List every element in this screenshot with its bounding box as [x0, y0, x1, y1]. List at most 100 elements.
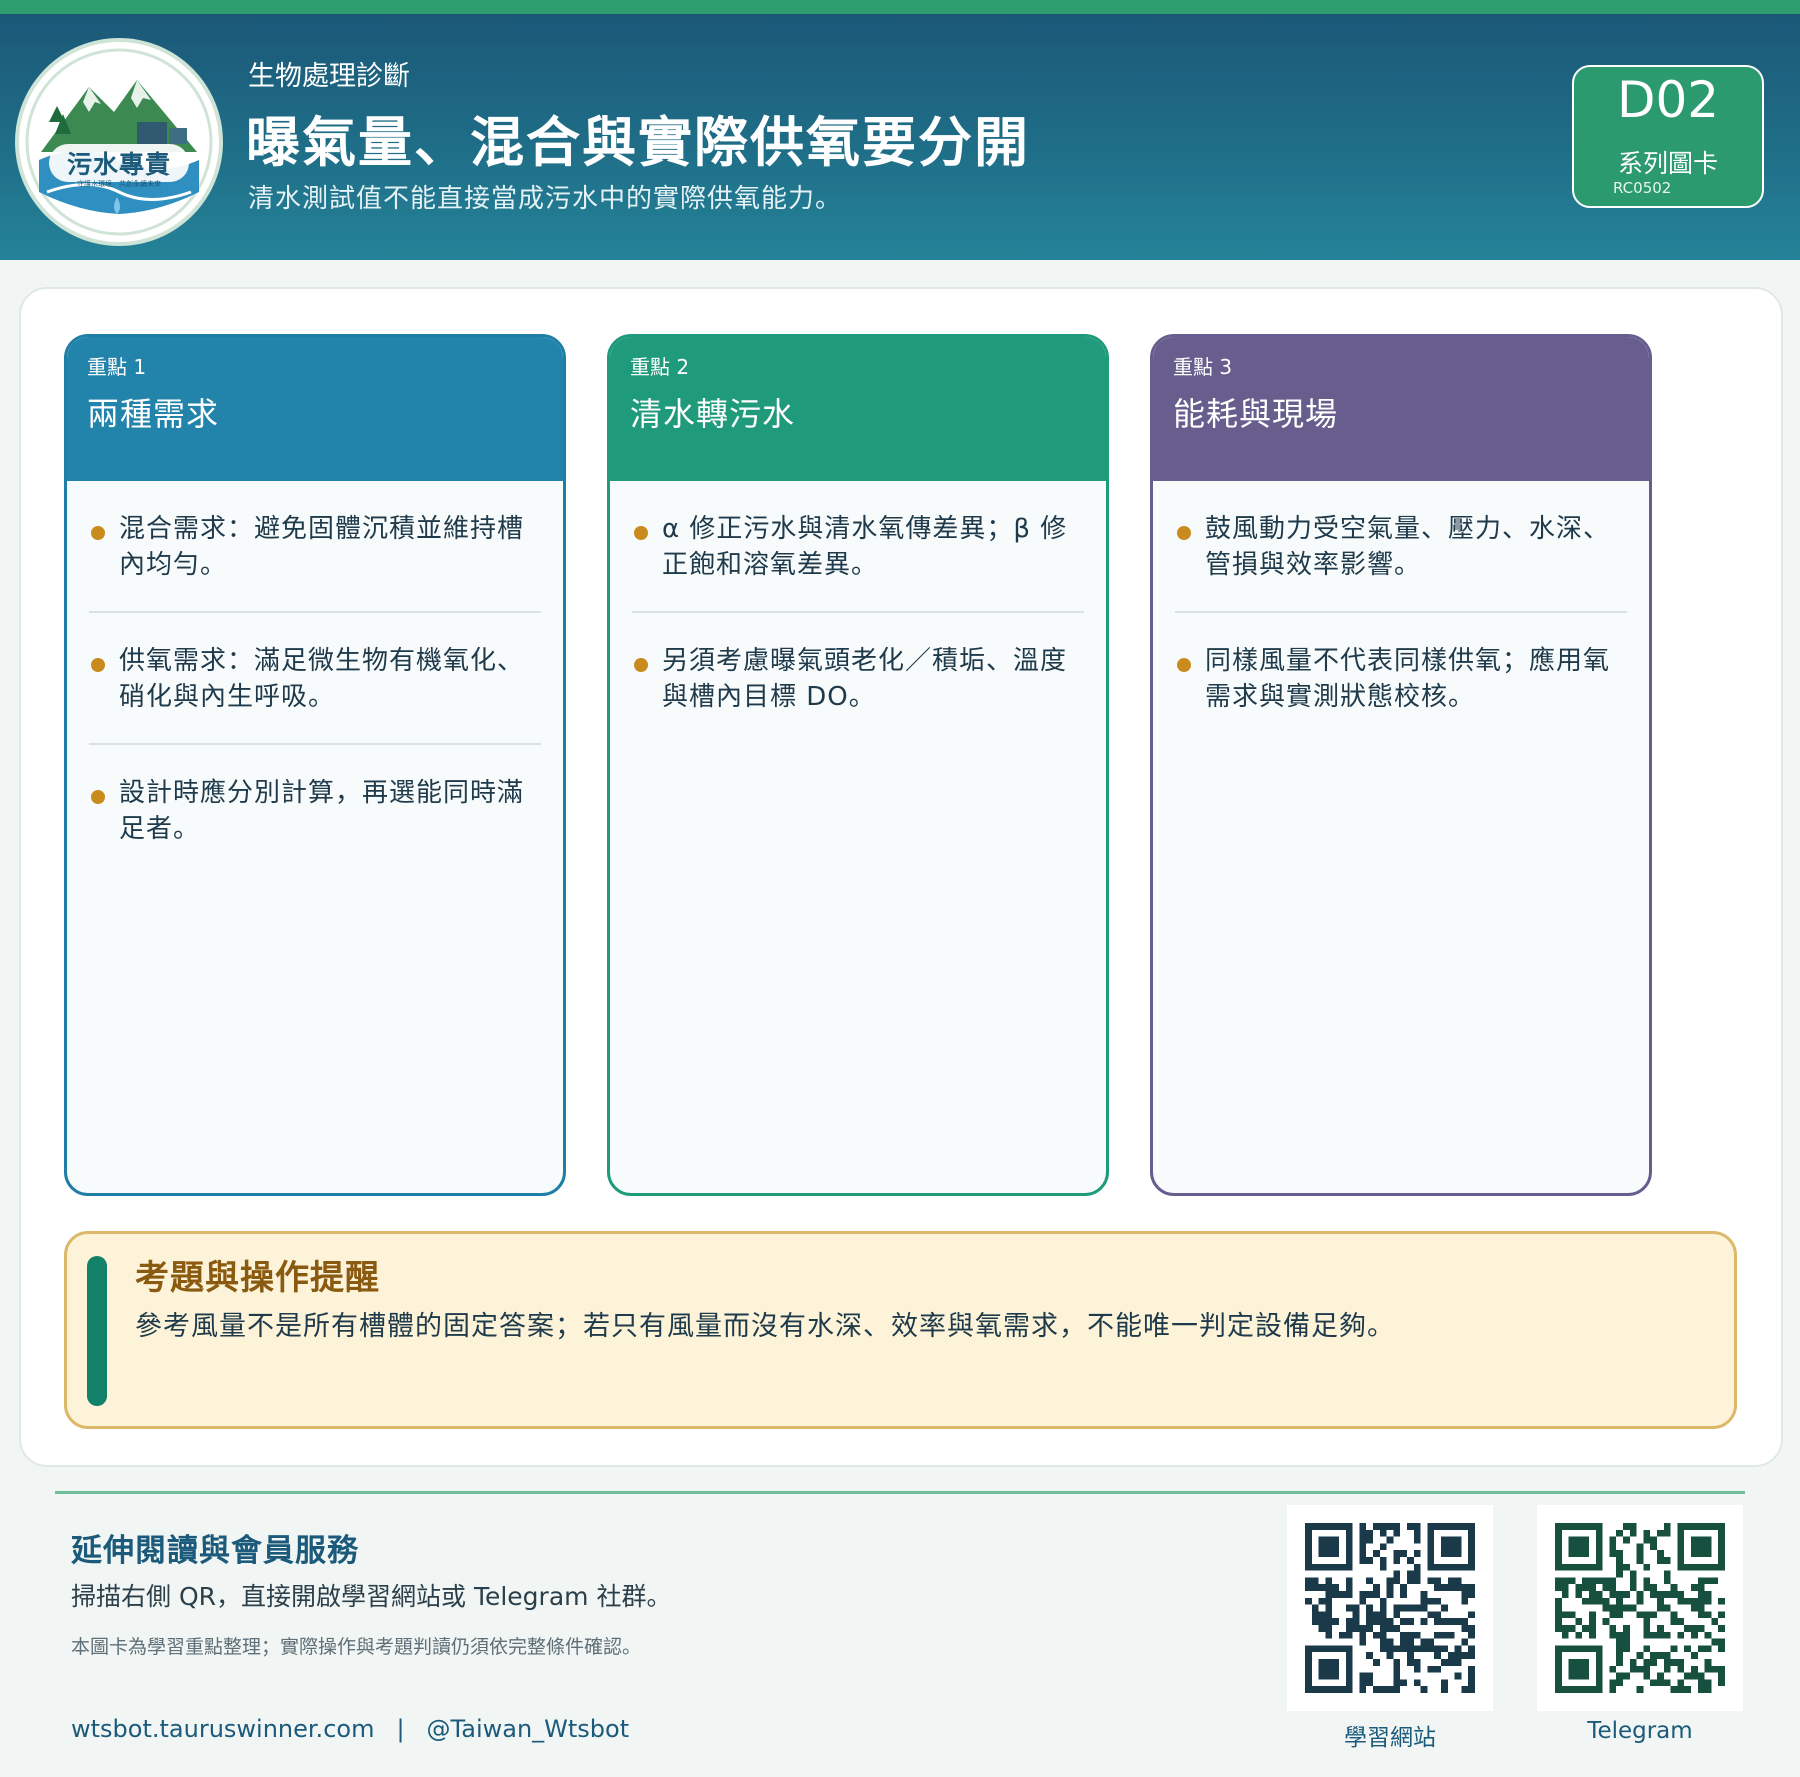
qr-module [1325, 1604, 1333, 1612]
qr-module [1359, 1557, 1367, 1564]
qr-module [1684, 1625, 1691, 1632]
telegram-handle-link[interactable]: @Taiwan_Wtsbot [427, 1715, 630, 1743]
qr-module [1318, 1625, 1326, 1632]
qr-module [1616, 1652, 1623, 1659]
qr-module [1413, 1563, 1421, 1571]
logo-name: 污水專責 [66, 150, 171, 179]
qr-module [1454, 1577, 1462, 1585]
qr-telegram[interactable] [1537, 1505, 1743, 1711]
qr-module [1704, 1686, 1712, 1693]
qr-module [1711, 1577, 1719, 1585]
qr-module [1427, 1597, 1435, 1605]
qr-module [1345, 1591, 1353, 1598]
qr-module [1454, 1652, 1462, 1659]
qr-module [1366, 1529, 1373, 1537]
qr-module [1373, 1584, 1380, 1591]
qr-module [1468, 1625, 1475, 1632]
qr-module [1629, 1584, 1637, 1591]
header-kicker: 生物處理診斷 [248, 61, 410, 92]
qr-module [1393, 1523, 1401, 1530]
qr-module [1623, 1591, 1630, 1598]
qr-module [1623, 1672, 1630, 1680]
qr-module [1704, 1597, 1712, 1605]
qr-module [1311, 1611, 1319, 1619]
qr-module [1427, 1665, 1435, 1673]
qr-module [1318, 1597, 1326, 1605]
qr-module [1670, 1611, 1678, 1619]
qr-module [1461, 1584, 1469, 1591]
qr-module [1609, 1591, 1617, 1598]
qr-module [1407, 1523, 1414, 1530]
qr-module [1441, 1679, 1448, 1687]
qr-module [1663, 1659, 1671, 1666]
link-separator: | [396, 1715, 405, 1743]
footer-description: 掃描右側 QR，直接開啟學習網站或 Telegram 社群。 [71, 1582, 672, 1611]
qr-module [1677, 1659, 1685, 1666]
qr-module [1670, 1618, 1678, 1625]
qr-module [1609, 1611, 1617, 1619]
qr-module [1366, 1618, 1373, 1625]
qr-module [1643, 1536, 1651, 1544]
qr-module [1609, 1625, 1617, 1632]
qr-module [1650, 1631, 1657, 1639]
qr-module [1718, 1645, 1725, 1653]
qr-module [1595, 1577, 1603, 1585]
qr-module [1434, 1618, 1441, 1625]
qr-module [1400, 1591, 1407, 1598]
qr-module [1657, 1625, 1664, 1632]
qr-module [1650, 1536, 1657, 1544]
bullet-dot-icon [634, 658, 648, 672]
qr-module [1332, 1584, 1339, 1591]
card-kicker: 重點 2 [630, 355, 690, 379]
qr-module [1427, 1611, 1435, 1619]
qr-module [1325, 1577, 1333, 1585]
qr-module [1325, 1618, 1333, 1625]
qr-module [1407, 1577, 1414, 1585]
qr-module [1379, 1523, 1387, 1530]
qr-module [1650, 1659, 1657, 1666]
qr-module [1413, 1570, 1421, 1578]
qr-module [1670, 1686, 1678, 1693]
card-body: α 修正污水與清水氧傳差異；β 修正飽和溶氧差異。 另須考慮曝氣頭老化／積垢、溫… [610, 481, 1106, 743]
qr-module [1616, 1679, 1623, 1687]
qr-module [1697, 1686, 1705, 1693]
point-text: 另須考慮曝氣頭老化／積垢、溫度與槽內目標 DO。 [662, 646, 1068, 712]
qr-module [1575, 1618, 1583, 1625]
qr-module [1623, 1645, 1630, 1653]
qr-module [1447, 1659, 1455, 1666]
qr-module [1704, 1645, 1712, 1653]
qr-module [1650, 1611, 1657, 1619]
qr-module [1616, 1631, 1623, 1639]
website-link[interactable]: wtsbot.tauruswinner.com [71, 1715, 374, 1743]
qr-module [1650, 1584, 1657, 1591]
qr-module [1663, 1665, 1671, 1673]
qr-module [1650, 1679, 1657, 1687]
qr-module [1643, 1645, 1651, 1653]
qr-module [1379, 1604, 1387, 1612]
qr-module [1691, 1625, 1698, 1632]
qr-module [1441, 1631, 1448, 1639]
qr-module [1468, 1672, 1475, 1680]
qr-module [1461, 1638, 1469, 1646]
qr-module [1379, 1597, 1387, 1605]
qr-module [1677, 1597, 1685, 1605]
qr-module [1602, 1597, 1610, 1605]
badge-sub: RC0502 [1613, 179, 1672, 197]
qr-module [1670, 1591, 1678, 1598]
qr-module [1413, 1577, 1421, 1585]
qr-module [1454, 1584, 1462, 1591]
qr-module [1589, 1584, 1596, 1591]
qr-website[interactable] [1287, 1505, 1493, 1711]
qr-module [1718, 1679, 1725, 1687]
qr-module [1636, 1611, 1644, 1619]
card-title: 兩種需求 [87, 395, 220, 433]
list-item: 供氧需求：滿足微生物有機氧化、硝化與內生呼吸。 [89, 613, 541, 745]
qr-module [1582, 1625, 1589, 1632]
qr-module [1373, 1618, 1380, 1625]
qr-module [1616, 1659, 1623, 1666]
qr-module [1561, 1631, 1569, 1639]
qr-module [1359, 1625, 1367, 1632]
qr-module [1359, 1686, 1367, 1693]
qr-module [1643, 1631, 1651, 1639]
qr-module [1359, 1529, 1367, 1537]
